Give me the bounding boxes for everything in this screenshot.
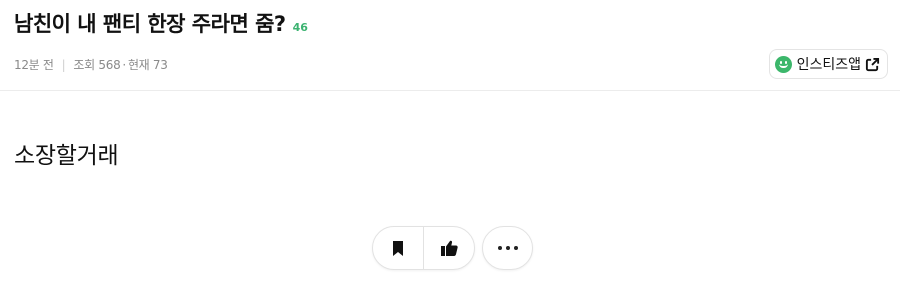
more-dots-icon [497, 246, 518, 250]
bookmark-button[interactable] [373, 227, 423, 269]
current-viewers: 현재 73 [127, 58, 168, 72]
post-body: 소장할거래 [14, 143, 119, 169]
like-button[interactable] [424, 227, 474, 269]
meta-dot: · [122, 57, 126, 72]
bookmark-like-group [372, 226, 475, 270]
more-options-button[interactable] [482, 226, 533, 270]
title-row: 남친이 내 팬티 한장 주라면 줌? 46 [14, 8, 308, 38]
smile-logo-icon [774, 55, 792, 73]
open-app-label: 인스티즈앱 [796, 57, 861, 73]
post-time: 12분 전 [14, 58, 54, 72]
meta-separator: | [61, 57, 66, 72]
thumbs-up-icon [440, 240, 458, 256]
post-meta: 12분 전 | 조회 568 · 현재 73 [14, 56, 168, 73]
post-title: 남친이 내 팬티 한장 주라면 줌? [14, 12, 286, 36]
post-header: 남친이 내 팬티 한장 주라면 줌? 46 12분 전 | 조회 568 · 현… [0, 0, 900, 91]
comment-count[interactable]: 46 [293, 21, 308, 34]
view-count: 조회 568 [73, 58, 121, 72]
external-link-icon [865, 57, 880, 72]
post-actions [372, 226, 533, 270]
bookmark-icon [393, 240, 403, 256]
open-app-button[interactable]: 인스티즈앱 [768, 49, 888, 79]
